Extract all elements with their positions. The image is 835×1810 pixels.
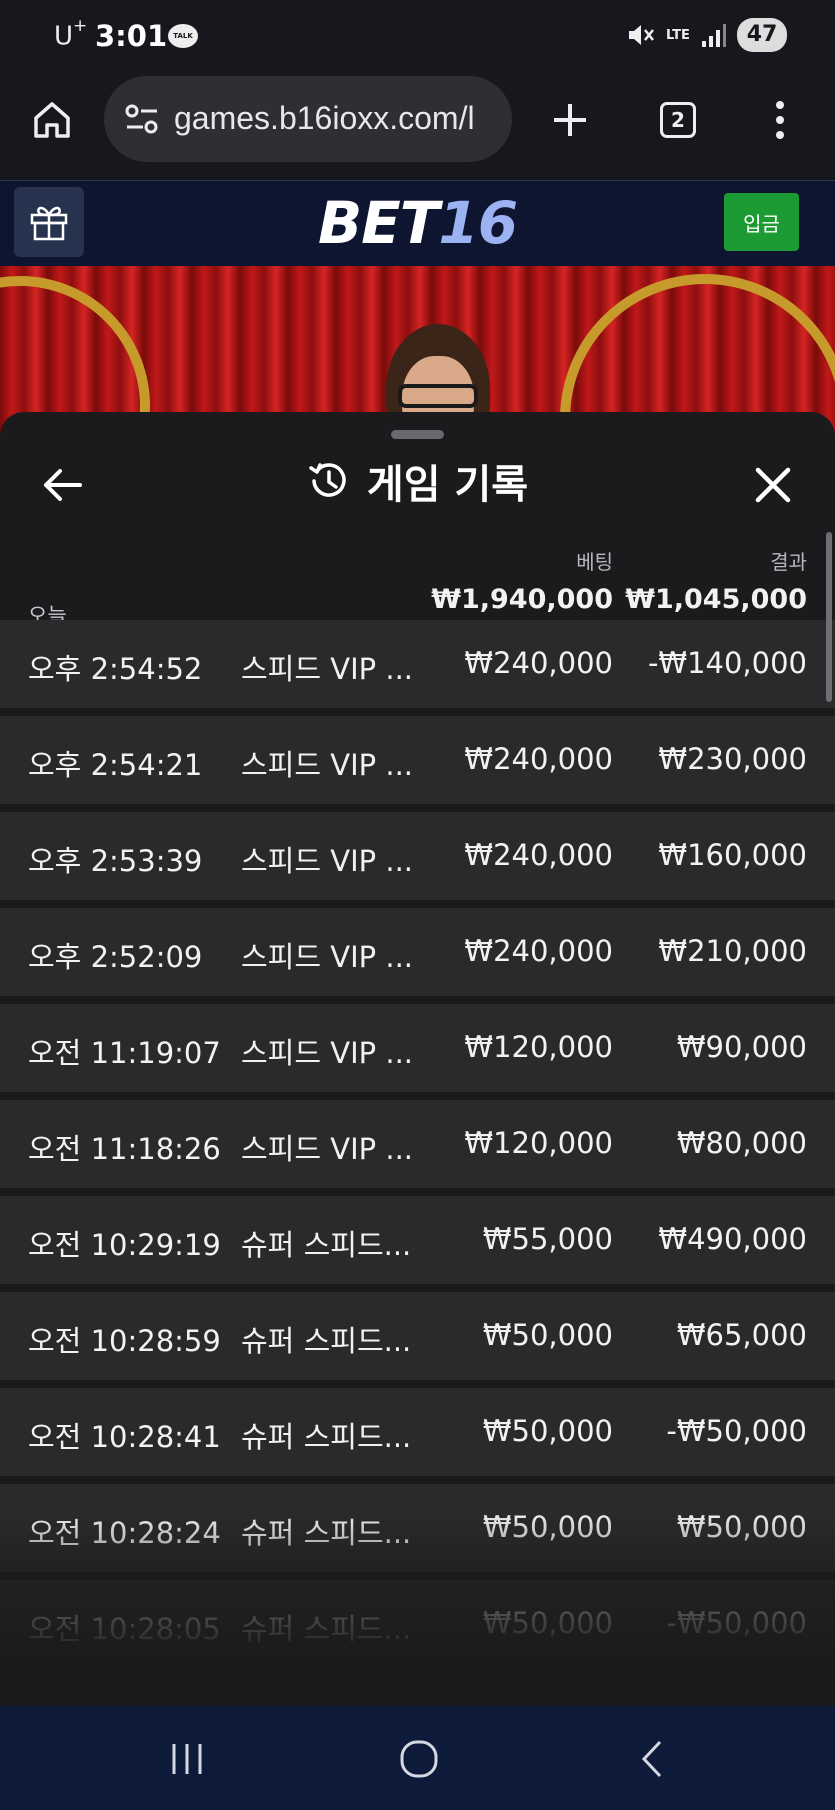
row-bet: ₩240,000: [464, 742, 613, 776]
row-bet: ₩50,000: [482, 1414, 613, 1448]
history-row[interactable]: 오전 10:28:41 슈퍼 스피드... ₩50,000 -₩50,000: [0, 1388, 835, 1476]
site-header: BET16 입금: [0, 180, 835, 266]
status-icons: LTE 47: [625, 18, 787, 52]
row-bet: ₩50,000: [482, 1510, 613, 1544]
history-row[interactable]: 오전 10:29:19 슈퍼 스피드... ₩55,000 ₩490,000: [0, 1196, 835, 1284]
row-bet: ₩240,000: [464, 934, 613, 968]
close-icon[interactable]: [748, 460, 798, 510]
signal-icon: [702, 24, 726, 47]
row-time: 오후 2:52:09: [28, 940, 203, 974]
history-row[interactable]: 오전 11:18:26 스피드 VIP ... ₩120,000 ₩80,000: [0, 1100, 835, 1188]
row-game: 스피드 VIP ...: [241, 652, 414, 686]
row-bet: ₩240,000: [464, 838, 613, 872]
row-result: ₩160,000: [658, 838, 807, 872]
mute-icon: [629, 25, 654, 45]
history-row[interactable]: 오전 10:28:24 슈퍼 스피드... ₩50,000 ₩50,000: [0, 1484, 835, 1572]
row-time: 오전 10:29:19: [28, 1228, 221, 1262]
dealer-glasses: [398, 384, 478, 408]
row-game: 스피드 VIP ...: [241, 844, 414, 878]
row-bet: ₩240,000: [464, 646, 613, 680]
row-result: -₩140,000: [647, 646, 807, 680]
clock: 3:01: [95, 19, 168, 53]
plus-icon[interactable]: [548, 98, 592, 142]
row-result: ₩50,000: [676, 1510, 807, 1544]
row-game: 스피드 VIP ...: [241, 1132, 414, 1166]
scrollbar[interactable]: [826, 532, 832, 702]
deposit-button[interactable]: 입금: [724, 193, 799, 251]
row-result: ₩80,000: [676, 1126, 807, 1160]
battery-indicator: 47: [737, 18, 787, 52]
row-bet: ₩50,000: [482, 1318, 613, 1352]
carrier-label: U+: [54, 16, 88, 52]
row-time: 오전 10:28:24: [28, 1516, 221, 1550]
back-chevron-icon[interactable]: [628, 1736, 678, 1782]
site-logo[interactable]: BET16: [0, 189, 835, 257]
total-result: ₩1,045,000: [625, 584, 807, 615]
row-time: 오전 10:28:59: [28, 1324, 221, 1358]
row-result: -₩50,000: [666, 1606, 807, 1640]
row-time: 오전 11:18:26: [28, 1132, 221, 1166]
game-history-panel: 게임 기록 베팅 결과 오늘 ₩1,940,000 ₩1,045,000 오후 …: [0, 412, 835, 1706]
system-nav-bar: [0, 1706, 835, 1810]
tune-icon[interactable]: [124, 102, 160, 136]
row-game: 스피드 VIP ...: [241, 748, 414, 782]
history-row[interactable]: 오전 10:28:05 슈퍼 스피드... ₩50,000 -₩50,000: [0, 1580, 835, 1668]
row-time: 오후 2:54:21: [28, 748, 203, 782]
row-result: ₩210,000: [658, 934, 807, 968]
row-game: 슈퍼 스피드...: [241, 1420, 412, 1454]
total-bet: ₩1,940,000: [431, 584, 613, 615]
history-row[interactable]: 오전 11:19:07 스피드 VIP ... ₩120,000 ₩90,000: [0, 1004, 835, 1092]
history-row[interactable]: 오후 2:52:09 스피드 VIP ... ₩240,000 ₩210,000: [0, 908, 835, 996]
result-column-header: 결과: [770, 550, 807, 574]
status-bar: U+ 3:01 TALK LTE 47: [0, 0, 835, 74]
history-row[interactable]: 오후 2:54:21 스피드 VIP ... ₩240,000 ₩230,000: [0, 716, 835, 804]
home-icon[interactable]: [30, 98, 74, 142]
row-result: ₩490,000: [658, 1222, 807, 1256]
row-game: 스피드 VIP ...: [241, 940, 414, 974]
row-game: 슈퍼 스피드...: [241, 1516, 412, 1550]
row-bet: ₩120,000: [464, 1126, 613, 1160]
talk-notification-icon: TALK: [168, 24, 198, 48]
row-bet: ₩50,000: [482, 1606, 613, 1640]
row-time: 오전 10:28:05: [28, 1612, 221, 1646]
home-circle-icon[interactable]: [394, 1736, 444, 1782]
history-row[interactable]: 오후 2:54:52 스피드 VIP ... ₩240,000 -₩140,00…: [0, 620, 835, 708]
row-result: ₩230,000: [658, 742, 807, 776]
url-text[interactable]: games.b16ioxx.com/l: [174, 100, 475, 137]
row-result: ₩90,000: [676, 1030, 807, 1064]
drag-handle[interactable]: [391, 430, 444, 439]
row-game: 스피드 VIP ...: [241, 1036, 414, 1070]
more-vert-icon[interactable]: [770, 98, 790, 142]
row-result: -₩50,000: [666, 1414, 807, 1448]
row-result: ₩65,000: [676, 1318, 807, 1352]
browser-toolbar: games.b16ioxx.com/l 2: [0, 74, 835, 180]
panel-title-text: 게임 기록: [366, 462, 529, 508]
tab-switcher-button[interactable]: 2: [660, 102, 696, 138]
row-game: 슈퍼 스피드...: [241, 1612, 412, 1646]
address-bar[interactable]: games.b16ioxx.com/l: [104, 76, 512, 162]
row-bet: ₩120,000: [464, 1030, 613, 1064]
lte-indicator: LTE: [666, 27, 690, 43]
row-time: 오전 11:19:07: [28, 1036, 221, 1070]
row-time: 오전 10:28:41: [28, 1420, 221, 1454]
panel-title: 게임 기록: [0, 452, 835, 510]
row-time: 오후 2:54:52: [28, 652, 203, 686]
row-game: 슈퍼 스피드...: [241, 1228, 412, 1262]
history-row[interactable]: 오후 2:53:39 스피드 VIP ... ₩240,000 ₩160,000: [0, 812, 835, 900]
row-game: 슈퍼 스피드...: [241, 1324, 412, 1358]
game-stream-background: [0, 266, 835, 436]
history-icon: [309, 463, 346, 497]
row-time: 오후 2:53:39: [28, 844, 203, 878]
summary-header: 베팅 결과 오늘 ₩1,940,000 ₩1,045,000: [0, 532, 835, 628]
recents-icon[interactable]: [162, 1736, 212, 1782]
bet-column-header: 베팅: [576, 550, 613, 574]
row-bet: ₩55,000: [482, 1222, 613, 1256]
history-row[interactable]: 오전 10:28:59 슈퍼 스피드... ₩50,000 ₩65,000: [0, 1292, 835, 1380]
